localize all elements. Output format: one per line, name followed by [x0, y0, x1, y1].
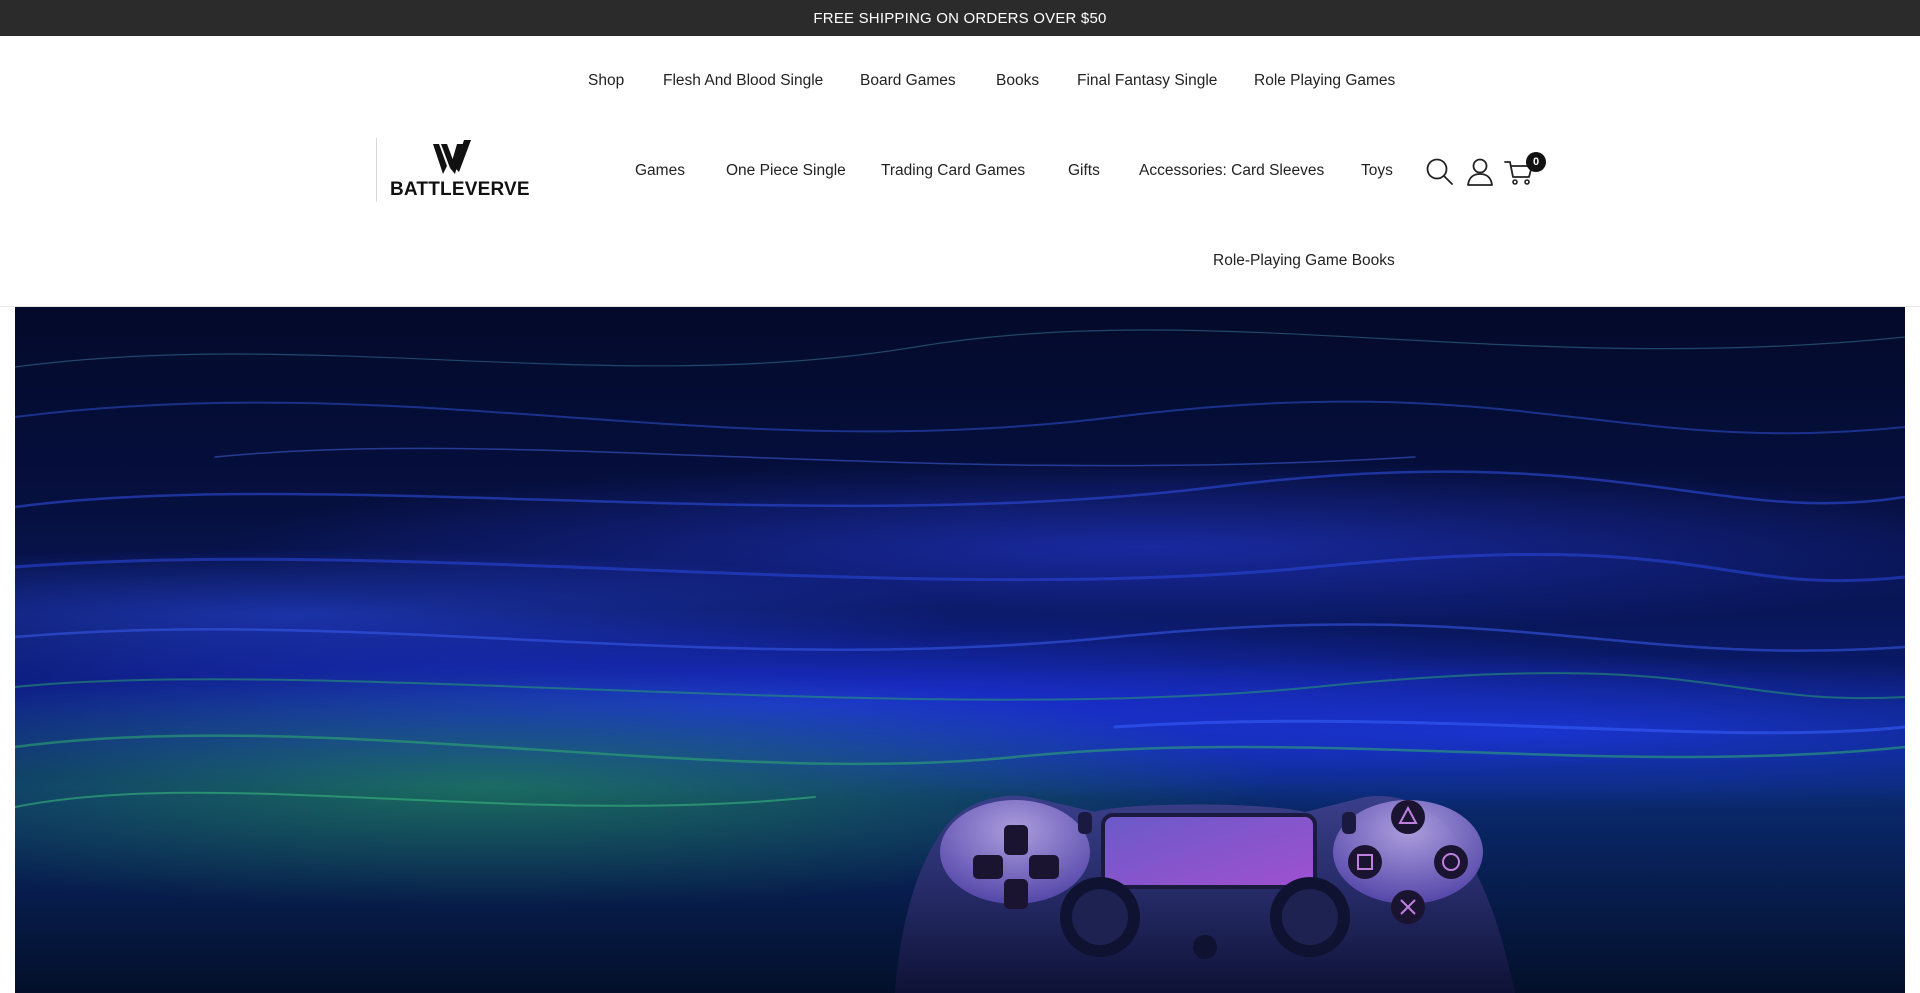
nav-gifts[interactable]: Gifts [1068, 162, 1100, 180]
site-logo[interactable]: BATTLEVERVE [376, 138, 536, 202]
logo-mark-icon [433, 140, 471, 174]
nav-flesh-and-blood-single[interactable]: Flesh And Blood Single [663, 72, 823, 90]
cart-count-badge: 0 [1526, 152, 1546, 172]
hero-banner[interactable] [15, 307, 1905, 993]
site-header: Shop Flesh And Blood Single Board Games … [0, 36, 1920, 307]
search-icon[interactable] [1424, 156, 1456, 188]
announcement-bar: FREE SHIPPING ON ORDERS OVER $50 [0, 0, 1920, 36]
nav-accessories-card-sleeves[interactable]: Accessories: Card Sleeves [1139, 162, 1324, 180]
nav-toys[interactable]: Toys [1361, 162, 1393, 180]
user-icon[interactable] [1464, 156, 1496, 188]
nav-board-games[interactable]: Board Games [860, 72, 956, 90]
nav-one-piece-single[interactable]: One Piece Single [726, 162, 846, 180]
nav-final-fantasy-single[interactable]: Final Fantasy Single [1077, 72, 1217, 90]
nav-trading-card-games[interactable]: Trading Card Games [881, 162, 1025, 180]
hero-game-controller-image [15, 329, 1905, 993]
nav-games[interactable]: Games [635, 162, 685, 180]
announcement-text: FREE SHIPPING ON ORDERS OVER $50 [813, 9, 1107, 27]
logo-text: BATTLEVERVE [390, 179, 530, 200]
nav-books[interactable]: Books [996, 72, 1039, 90]
nav-role-playing-game-books[interactable]: Role-Playing Game Books [1213, 252, 1395, 270]
nav-shop[interactable]: Shop [588, 72, 624, 90]
nav-role-playing-games[interactable]: Role Playing Games [1254, 72, 1395, 90]
